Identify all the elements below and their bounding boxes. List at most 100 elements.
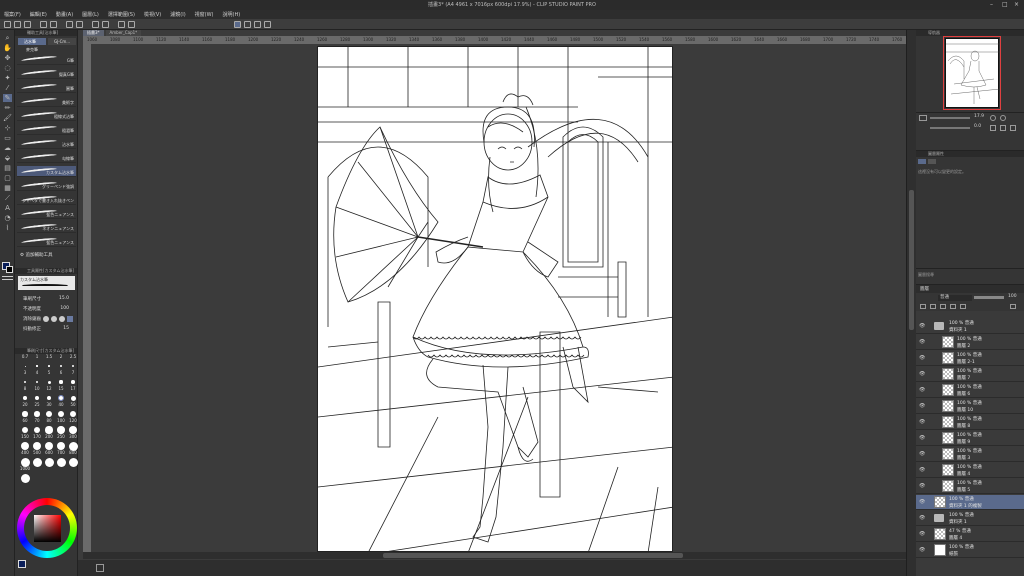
visibility-eye-icon[interactable]: 👁 [919,451,925,457]
brush-item[interactable]: 粗線式沾筆 [17,110,76,121]
reference-icon[interactable] [930,304,936,309]
effect-icon[interactable] [918,159,926,164]
ruler-icon[interactable]: ⟋ [3,194,12,202]
layer-name[interactable]: 資料夾 1 [949,519,967,525]
zoom-slider[interactable] [930,117,970,119]
sub-color-swatch[interactable] [6,266,13,273]
brush-size-dot[interactable] [34,395,40,401]
frame-icon[interactable]: ▦ [3,184,12,192]
zoom-in-icon[interactable] [990,115,996,121]
undo-icon[interactable] [40,21,47,28]
menu-selection[interactable]: 選擇範圍(S) [108,11,135,18]
layer-name[interactable]: 資料夾 1 的複製 [949,503,982,509]
brush-item[interactable]: カスタム沾水筆 [17,166,76,177]
vertical-scrollbar[interactable] [906,30,916,576]
layer-row[interactable]: 👁 100 % 普通 圖層 7 [916,367,1024,382]
stabilizer-icon[interactable] [244,21,251,28]
rotate-right-icon[interactable] [1000,125,1006,131]
new-icon[interactable] [4,21,11,28]
gradient-icon[interactable]: ▤ [3,164,12,172]
add-subtool-button[interactable]: ⚙ 追加輔助工具 [20,252,52,258]
layer-menu-icon[interactable] [1010,304,1016,309]
eyedropper-icon[interactable]: ⁄ [3,84,12,92]
brush-size-dot[interactable] [23,396,27,400]
menu-layer[interactable]: 圖層(L) [82,11,99,18]
visibility-eye-icon[interactable]: 👁 [919,515,925,521]
prop-antialias[interactable]: 消除鋸齒 [23,316,75,323]
layer-row[interactable]: 👁 100 % 普通 圖層 2 [916,335,1024,350]
brush-size-dot[interactable] [57,426,65,434]
current-color-swatch[interactable] [18,560,26,568]
visibility-eye-icon[interactable]: 👁 [919,499,925,505]
rotate-slider[interactable] [930,127,970,129]
visibility-eye-icon[interactable]: 👁 [919,531,925,537]
brush-item[interactable]: 擬真G筆 [17,68,76,79]
redo-icon[interactable] [50,21,57,28]
layer-row[interactable]: 👁 100 % 普通 圖層 9 [916,431,1024,446]
menu-help[interactable]: 說明(H) [223,11,241,18]
vector-icon[interactable] [264,21,271,28]
layer-folder-row[interactable]: 👁 100 % 普通 資料夾 1 [916,511,1024,526]
lock-alpha-icon[interactable] [950,304,956,309]
brush-size-dot[interactable] [69,410,77,418]
menu-file[interactable]: 檔案(F) [4,11,21,18]
layer-folder-row[interactable]: 👁 100 % 普通 資料夾 1 [916,319,1024,334]
layer-row[interactable]: 👁 100 % 普通 圖層 6 [916,383,1024,398]
open-icon[interactable] [14,21,21,28]
visibility-eye-icon[interactable]: 👁 [919,547,925,553]
brush-size-dot[interactable] [69,426,77,434]
airbrush-icon[interactable]: ⊹ [3,124,12,132]
aa-medium-icon[interactable] [59,316,65,322]
brush-size-dot[interactable] [47,380,51,384]
layer-row[interactable]: 👁 100 % 普通 圖層 4 [916,463,1024,478]
layer-row[interactable]: 👁 100 % 普通 圖層 10 [916,399,1024,414]
flip-icon[interactable] [1010,125,1016,131]
brush-size-dot[interactable] [46,411,52,417]
brush-size-dot[interactable] [45,426,53,434]
layer-row[interactable]: 👁 100 % 普通 圖層 8 [916,415,1024,430]
layer-name[interactable]: 圖層 6 [957,391,970,397]
layer-row[interactable]: 👁 100 % 普通 圖層 2-1 [916,351,1024,366]
visibility-eye-icon[interactable]: 👁 [919,339,925,345]
brush-size-dot[interactable] [20,473,30,483]
opacity-value[interactable]: 100 [1008,294,1017,299]
layer-color-icon[interactable] [928,159,936,164]
correct-line-icon[interactable]: ⌇ [3,224,12,232]
brush-size-dot[interactable] [60,365,62,367]
layer-name[interactable]: 圖層 3 [957,455,970,461]
brush-size-dot[interactable] [21,426,29,434]
layer-name[interactable]: 圖層 9 [957,439,970,445]
horizontal-scroll-thumb[interactable] [383,553,683,558]
brush-item[interactable]: 勾線筆 [17,152,76,163]
menu-view[interactable]: 檢視(V) [144,11,161,18]
layer-name[interactable]: 圖層 4 [957,471,970,477]
brush-size-dot[interactable] [59,380,63,384]
visibility-eye-icon[interactable]: 👁 [919,323,925,329]
brush-size-dot[interactable] [34,411,40,417]
layer-name[interactable]: 圖層 10 [957,407,973,413]
prop-opacity[interactable]: 不透明度 100 [23,306,75,313]
layer-row[interactable]: 👁 47 % 普通 圖層 4 [916,527,1024,542]
brush-size-dot[interactable] [70,395,76,401]
brush-item[interactable]: 沾水筆 [17,138,76,149]
prop-value[interactable]: 100 [60,306,69,311]
layer-name[interactable]: 圖層 8 [957,423,970,429]
visibility-eye-icon[interactable]: 👁 [919,435,925,441]
minimize-icon[interactable]: – [990,1,993,8]
zoom-icon[interactable]: ⌕ [3,34,12,42]
text-icon[interactable]: A [3,204,12,212]
layer-row[interactable]: 👁 100 % 普通 資料夾 1 的複製 [916,495,1024,510]
prop-value[interactable]: 15.0 [59,296,69,301]
save-icon[interactable] [24,21,31,28]
brush-item[interactable]: 藍色ニュアンス [17,236,76,247]
brush-size-dot[interactable] [44,441,54,451]
brush-item[interactable]: グリーペンド強調 [17,180,76,191]
visibility-eye-icon[interactable]: 👁 [919,483,925,489]
layer-name[interactable]: 紙張 [949,551,958,557]
brush-size-dot[interactable] [56,457,66,467]
horizontal-scrollbar[interactable] [83,552,906,559]
brush-item[interactable]: ジャベタで書き入れ抜きペン [17,194,76,205]
brush-size-dot[interactable] [57,410,65,418]
brush-size-dot[interactable] [21,442,29,450]
brush-size-dot[interactable] [33,426,41,434]
